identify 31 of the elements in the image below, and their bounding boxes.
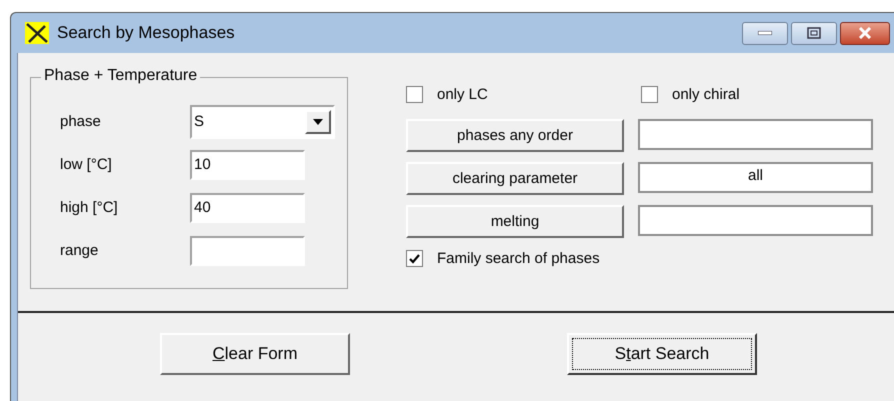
- minimize-button[interactable]: [742, 22, 788, 44]
- input-field[interactable]: 40: [190, 192, 305, 222]
- input-field[interactable]: [638, 119, 873, 150]
- field-label: range: [60, 242, 100, 259]
- input-field[interactable]: all: [638, 162, 873, 193]
- input-field[interactable]: [638, 205, 873, 236]
- input-field[interactable]: 10: [190, 150, 305, 180]
- clear-button[interactable]: Clear Form: [160, 333, 350, 375]
- criteria-button[interactable]: phases any order: [406, 119, 624, 152]
- criteria-button[interactable]: melting: [406, 205, 624, 238]
- checkbox-label: Family search of phases: [437, 250, 600, 267]
- window-title: Search by Mesophases: [57, 23, 236, 43]
- input-field[interactable]: [190, 236, 305, 266]
- checkbox-label: only chiral: [672, 86, 740, 102]
- app-icon: [25, 22, 49, 44]
- checkbox-label: only LC: [437, 86, 488, 102]
- field-label: low [°C]: [60, 156, 113, 173]
- search-button[interactable]: Start Search: [567, 333, 757, 375]
- criteria-button[interactable]: clearing parameter: [406, 162, 624, 195]
- close-button[interactable]: [840, 22, 890, 44]
- maximize-icon: [807, 27, 821, 39]
- checkbox[interactable]: [406, 86, 423, 102]
- checkbox[interactable]: [406, 250, 423, 267]
- field-label: phase: [60, 113, 102, 130]
- field-label: high [°C]: [60, 199, 119, 216]
- checkbox[interactable]: [641, 86, 658, 102]
- maximize-button[interactable]: [791, 22, 837, 44]
- minimize-icon: [758, 31, 772, 35]
- phase-dropdown[interactable]: S: [190, 104, 335, 138]
- close-icon: [858, 27, 872, 39]
- group-title: Phase + Temperature: [41, 67, 200, 85]
